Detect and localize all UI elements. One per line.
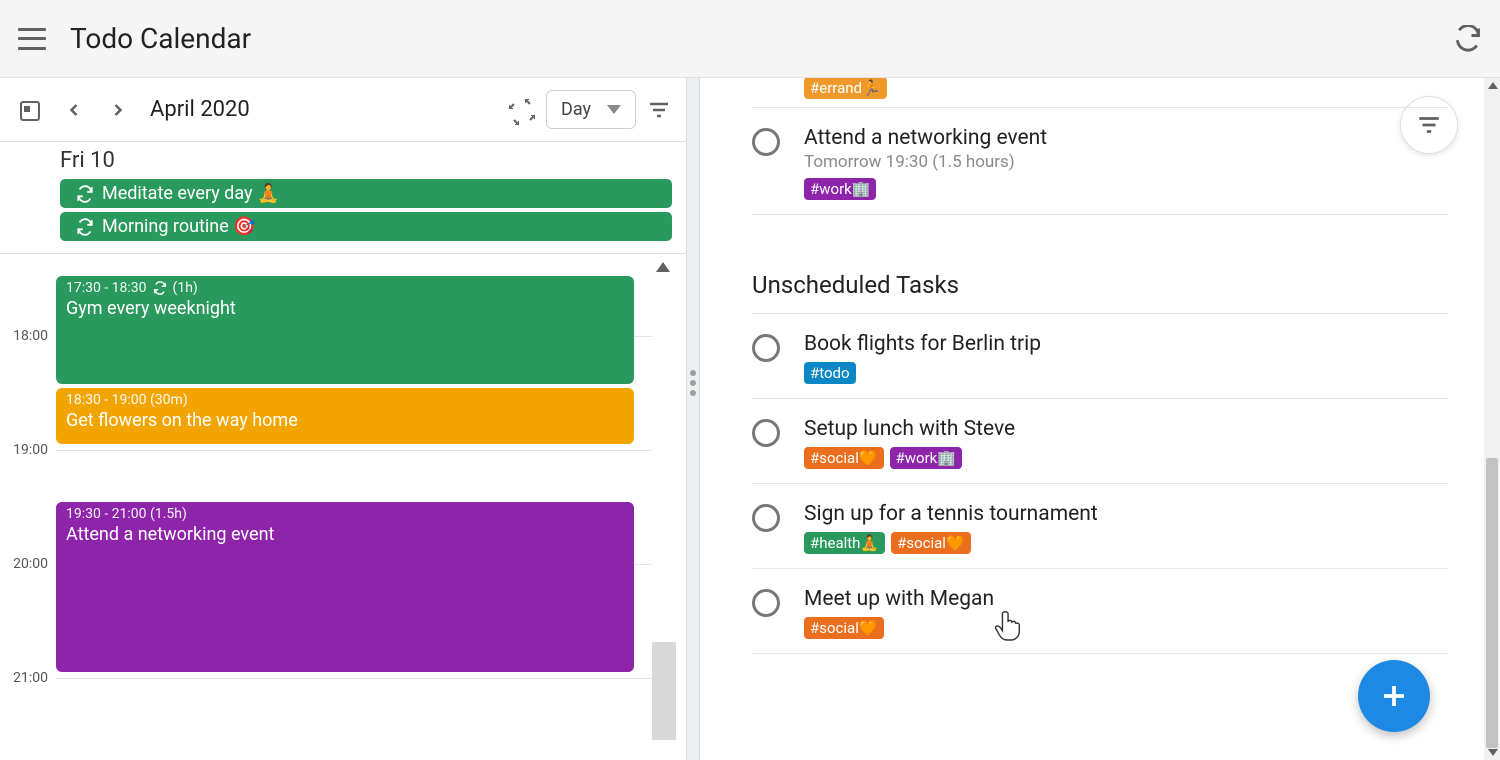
day-header: Fri 10 Meditate every day 🧘 Morning routi… [0,142,686,254]
task-checkbox[interactable] [752,334,780,362]
section-title-unscheduled: Unscheduled Tasks [752,255,1448,314]
task-tag[interactable]: #work🏢 [890,447,962,469]
task-item[interactable]: Meet up with Megan #social🧡 [752,569,1448,654]
event-title: Gym every weeknight [66,298,624,319]
calendar-event[interactable]: 19:30 - 21:00 (1.5h) Attend a networking… [56,502,634,672]
grid-area: 17:30 - 18:30 (1h) Gym every weeknight 18:… [56,254,652,760]
task-item[interactable]: Setup lunch with Steve #social🧡 #work🏢 [752,399,1448,484]
task-tags: #health🧘 #social🧡 [804,532,1448,554]
chevron-down-icon [607,99,621,120]
next-button[interactable] [100,92,136,128]
task-tag[interactable]: #health🧘 [804,532,885,554]
allday-event[interactable]: Meditate every day 🧘 [60,179,672,208]
time-label: 18:00 [13,328,48,344]
task-title: Book flights for Berlin trip [804,332,1448,356]
task-title: Sign up for a tennis tournament [804,502,1448,526]
task-item[interactable]: Attend a networking eventTomorrow 19:30 … [752,108,1448,215]
task-tags: #social🧡 [804,617,1448,639]
menu-icon[interactable] [18,25,46,53]
scrollbar-thumb[interactable] [652,642,676,740]
calendar-event[interactable]: 18:30 - 19:00 (30m) Get flowers on the w… [56,388,634,444]
recurring-icon [153,281,167,295]
calendar-timegrid[interactable]: 18:00 19:00 20:00 21:00 17:30 - 18:30 (1h) G… [0,254,686,760]
tasks-pane: #errand🏃 Attend a networking eventTomorr… [700,78,1500,760]
add-task-button[interactable] [1358,660,1430,732]
event-title: Attend a networking event [66,524,624,545]
time-axis: 18:00 19:00 20:00 21:00 [0,254,52,760]
day-label: Fri 10 [60,148,672,173]
time-label: 20:00 [13,556,48,572]
pane-splitter[interactable] [686,78,700,760]
recurring-icon [76,218,94,236]
view-mode-select[interactable]: Day [546,90,636,129]
task-item[interactable]: Book flights for Berlin trip #todo [752,314,1448,399]
task-tag[interactable]: #work🏢 [804,178,876,200]
task-tag[interactable]: #errand🏃 [804,78,887,99]
view-mode-label: Day [561,99,591,120]
calendar-filter-icon[interactable] [644,95,674,125]
task-checkbox[interactable] [752,419,780,447]
task-subtitle: Tomorrow 19:30 (1.5 hours) [804,152,1448,172]
refresh-icon[interactable] [1454,25,1482,53]
event-title: Get flowers on the way home [66,410,624,431]
time-label: 19:00 [13,442,48,458]
prev-button[interactable] [56,92,92,128]
task-tags: #work🏢 [804,178,1448,200]
calendar-toolbar: April 2020 Day [0,78,686,142]
task-title: Attend a networking event [804,126,1448,150]
task-tag[interactable]: #todo [804,362,856,384]
time-label: 21:00 [13,670,48,686]
allday-event[interactable]: Morning routine 🎯 [60,212,672,241]
calendar-pane: April 2020 Day Fri 10 [0,78,686,760]
task-title: Meet up with Megan [804,587,1448,611]
task-checkbox[interactable] [752,589,780,617]
recurring-icon [76,185,94,203]
task-tags: #errand🏃 [804,78,1448,97]
drag-handle-icon [690,370,696,396]
task-title: Setup lunch with Steve [804,417,1448,441]
event-title: Morning routine 🎯 [102,216,256,237]
task-tag[interactable]: #social🧡 [804,447,884,469]
app-header: Todo Calendar [0,0,1500,78]
task-tag[interactable]: #social🧡 [891,532,971,554]
month-label: April 2020 [150,97,250,122]
task-tags: #social🧡 #work🏢 [804,447,1448,469]
event-time: 17:30 - 18:30 (1h) [66,280,624,296]
task-tag[interactable]: #social🧡 [804,617,884,639]
expand-icon[interactable] [502,92,538,128]
calendar-event[interactable]: 17:30 - 18:30 (1h) Gym every weeknight [56,276,634,384]
content: April 2020 Day Fri 10 [0,78,1500,760]
event-time: 19:30 - 21:00 (1.5h) [66,506,624,522]
task-item[interactable]: Sign up for a tennis tournament#health🧘#… [752,484,1448,569]
scroll-up-icon[interactable] [656,262,670,272]
task-checkbox[interactable] [752,504,780,532]
event-title: Meditate every day 🧘 [102,183,279,204]
event-time: 18:30 - 19:00 (30m) [66,392,624,408]
calendar-picker-icon[interactable] [12,92,48,128]
task-tags: #todo [804,362,1448,384]
task-checkbox[interactable] [752,128,780,156]
app-title: Todo Calendar [70,22,251,55]
